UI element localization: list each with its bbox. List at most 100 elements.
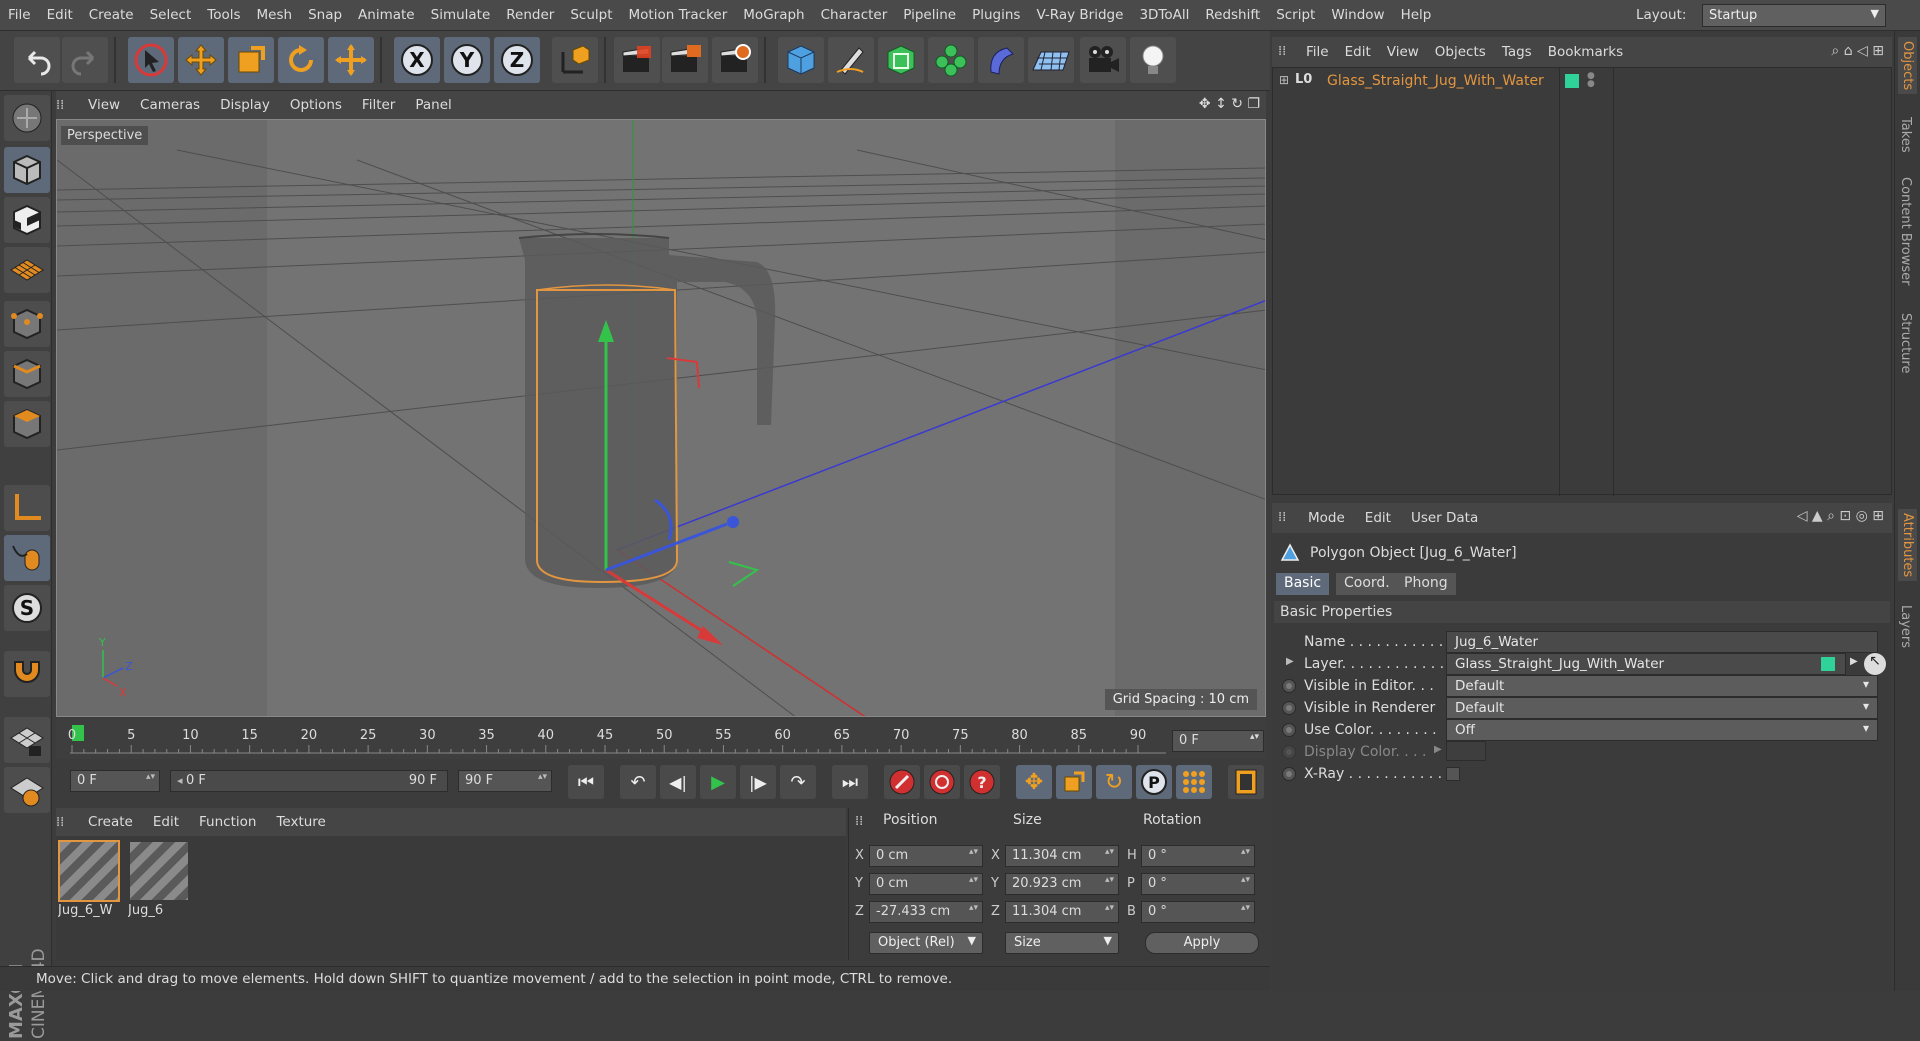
- animate-radio[interactable]: [1282, 767, 1296, 781]
- cloner-button[interactable]: [928, 37, 974, 83]
- menu-plugins[interactable]: Plugins: [964, 7, 1028, 23]
- material-menu-create[interactable]: Create: [78, 814, 143, 830]
- viewport-menu-display[interactable]: Display: [210, 97, 280, 113]
- coordinate-system-button[interactable]: [552, 37, 598, 83]
- size-x-field[interactable]: 11.304 cm ▴▾: [1005, 845, 1119, 867]
- current-frame-field[interactable]: 0 F ▴▾: [1172, 730, 1264, 752]
- tab-phong[interactable]: Phong: [1396, 573, 1456, 595]
- object-menu-tags[interactable]: Tags: [1494, 44, 1540, 60]
- visibility-dots-icon[interactable]: ● ●: [1587, 72, 1595, 89]
- menu-window[interactable]: Window: [1323, 7, 1392, 23]
- viewport-menu-options[interactable]: Options: [280, 97, 352, 113]
- menu-redshift[interactable]: Redshift: [1197, 7, 1268, 23]
- viewport-menu-filter[interactable]: Filter: [352, 97, 405, 113]
- expand-toggle-icon[interactable]: ⊞: [1279, 73, 1289, 87]
- menu-mograph[interactable]: MoGraph: [735, 7, 812, 23]
- rotation-h-field[interactable]: 0 ° ▴▾: [1141, 845, 1255, 867]
- object-menu-file[interactable]: File: [1298, 44, 1337, 60]
- camera-button[interactable]: [1080, 37, 1126, 83]
- menu-animate[interactable]: Animate: [350, 7, 423, 23]
- edges-mode-button[interactable]: [4, 351, 50, 397]
- light-button[interactable]: [1130, 37, 1176, 83]
- pen-spline-button[interactable]: [828, 37, 874, 83]
- axis-mode-button[interactable]: [4, 485, 50, 531]
- render-settings-button[interactable]: [712, 37, 758, 83]
- autokeying-button[interactable]: [924, 765, 960, 799]
- menu-tools[interactable]: Tools: [199, 7, 248, 23]
- material-menu-edit[interactable]: Edit: [143, 814, 189, 830]
- live-select-button[interactable]: [128, 37, 174, 83]
- key-parameter-button[interactable]: P: [1136, 765, 1172, 799]
- polygons-mode-button[interactable]: [4, 401, 50, 447]
- material-menu-texture[interactable]: Texture: [266, 814, 335, 830]
- play-button[interactable]: ▶: [700, 765, 736, 799]
- search-icon[interactable]: ⌕ ⌂ ◁ ⊞: [1831, 43, 1884, 59]
- key-rotation-button[interactable]: ↻: [1096, 765, 1132, 799]
- menu-snap[interactable]: Snap: [300, 7, 350, 23]
- attribute-menu-mode[interactable]: Mode: [1298, 510, 1355, 526]
- material-thumbnail[interactable]: Jug_6_W: [58, 840, 120, 924]
- object-row[interactable]: ⊞ L0 Glass_Straight_Jug_With_Water ● ●: [1275, 72, 1887, 92]
- size-z-field[interactable]: 11.304 cm ▴▾: [1005, 901, 1119, 923]
- attribute-menu-edit[interactable]: Edit: [1355, 510, 1401, 526]
- size-mode-dropdown[interactable]: Size ▼: [1005, 932, 1119, 954]
- texture-mode-button[interactable]: [4, 197, 50, 243]
- coordinate-mode-dropdown[interactable]: Object (Rel) ▼: [869, 932, 983, 954]
- side-tab-objects[interactable]: Objects: [1898, 37, 1917, 95]
- size-y-field[interactable]: 20.923 cm ▴▾: [1005, 873, 1119, 895]
- menu-motion-tracker[interactable]: Motion Tracker: [621, 7, 736, 23]
- menu-pipeline[interactable]: Pipeline: [895, 7, 964, 23]
- position-y-field[interactable]: 0 cm ▴▾: [869, 873, 983, 895]
- object-menu-view[interactable]: View: [1379, 44, 1427, 60]
- next-key-button[interactable]: ↷: [780, 765, 816, 799]
- timeline[interactable]: 0 5 10 15 20 25 30 35 40 45 50 55 60 65 70 75 80 85 90: [56, 719, 1266, 759]
- attribute-menu-user-data[interactable]: User Data: [1401, 510, 1488, 526]
- menu-select[interactable]: Select: [142, 7, 200, 23]
- side-tab-attributes[interactable]: Attributes: [1898, 509, 1917, 582]
- workplane-mode-button[interactable]: [4, 247, 50, 293]
- layer-color-swatch[interactable]: [1565, 74, 1579, 88]
- lock-z-axis-button[interactable]: Z: [494, 37, 540, 83]
- lock-x-axis-button[interactable]: X: [394, 37, 440, 83]
- snap-button[interactable]: [4, 651, 50, 697]
- xray-checkbox[interactable]: [1446, 767, 1460, 781]
- object-menu-edit[interactable]: Edit: [1337, 44, 1379, 60]
- render-to-picture-viewer-button[interactable]: [662, 37, 708, 83]
- move-tool-button[interactable]: [178, 37, 224, 83]
- viewport-menu-panel[interactable]: Panel: [405, 97, 461, 113]
- menu-simulate[interactable]: Simulate: [423, 7, 499, 23]
- menu-render[interactable]: Render: [498, 7, 562, 23]
- previous-key-button[interactable]: ↶: [620, 765, 656, 799]
- viewport-nav-icons[interactable]: ✥ ↕ ↻ ❐: [1199, 96, 1260, 112]
- rotation-p-field[interactable]: 0 ° ▴▾: [1141, 873, 1255, 895]
- side-tab-structure[interactable]: Structure: [1898, 313, 1913, 373]
- object-menu-objects[interactable]: Objects: [1427, 44, 1494, 60]
- transform-tool-button[interactable]: [328, 37, 374, 83]
- deformer-button[interactable]: [978, 37, 1024, 83]
- animate-radio[interactable]: [1282, 679, 1296, 693]
- menu-create[interactable]: Create: [81, 7, 142, 23]
- next-frame-button[interactable]: |▶: [740, 765, 776, 799]
- go-to-start-button[interactable]: ⏮: [568, 765, 604, 799]
- menu-help[interactable]: Help: [1393, 7, 1440, 23]
- subdivision-button[interactable]: [878, 37, 924, 83]
- key-scale-button[interactable]: [1056, 765, 1092, 799]
- visible-editor-dropdown[interactable]: Default: [1446, 675, 1878, 697]
- add-cube-button[interactable]: [778, 37, 824, 83]
- use-color-dropdown[interactable]: Off: [1446, 719, 1878, 741]
- material-menu-function[interactable]: Function: [189, 814, 266, 830]
- animate-radio[interactable]: [1282, 723, 1296, 737]
- visible-renderer-dropdown[interactable]: Default: [1446, 697, 1878, 719]
- layer-field[interactable]: Glass_Straight_Jug_With_Water: [1446, 653, 1846, 675]
- position-x-field[interactable]: 0 cm ▴▾: [869, 845, 983, 867]
- gizmo-z-head[interactable]: [727, 516, 739, 528]
- start-frame-field[interactable]: 0 F ▴▾: [70, 770, 160, 792]
- menu-sculpt[interactable]: Sculpt: [562, 7, 620, 23]
- menu-vray-bridge[interactable]: V-Ray Bridge: [1028, 7, 1131, 23]
- go-to-end-button[interactable]: ⏭: [832, 765, 868, 799]
- animate-radio[interactable]: [1282, 701, 1296, 715]
- lock-y-axis-button[interactable]: Y: [444, 37, 490, 83]
- viewport-menu-cameras[interactable]: Cameras: [130, 97, 210, 113]
- solo-button[interactable]: S: [4, 585, 50, 631]
- planar-workplane-button[interactable]: [4, 767, 50, 813]
